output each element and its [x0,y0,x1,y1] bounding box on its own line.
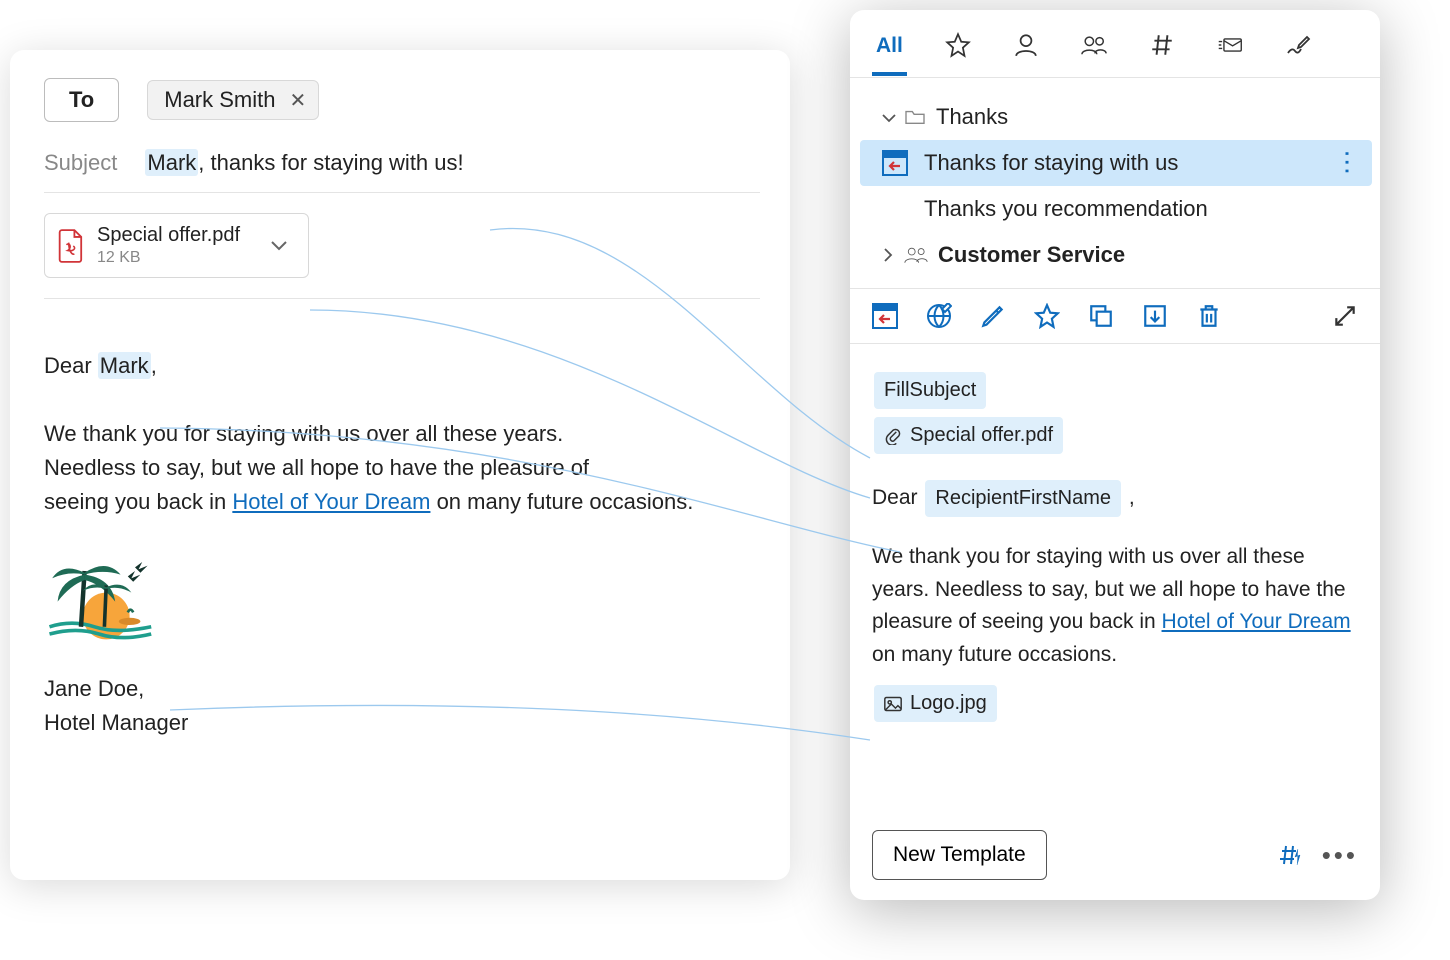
attachment-name: Special offer.pdf [97,224,240,247]
shortcut-icon[interactable] [1278,843,1306,867]
team-icon [1081,32,1107,58]
template-item-more-icon[interactable]: ⋯ [1343,149,1353,177]
to-button[interactable]: To [44,78,119,122]
pdf-icon [57,229,85,263]
template-item-selected[interactable]: Thanks for staying with us ⋯ [860,140,1372,186]
logo-tag[interactable]: Logo.jpg [874,685,997,722]
panel-footer: New Template ••• [850,816,1380,900]
body-line-1: We thank you for staying with us over al… [44,417,760,451]
tab-team[interactable] [1077,24,1111,77]
tab-person[interactable] [1009,24,1043,77]
template-tree: Thanks Thanks for staying with us ⋯ Than… [850,78,1380,289]
preview-greeting: Dear RecipientFirstName , [872,476,1358,521]
person-icon [1013,32,1039,58]
greeting-line: Dear Mark, [44,349,760,383]
hotel-link[interactable]: Hotel of Your Dream [232,489,430,514]
folder-label: Thanks [936,104,1008,130]
tab-all[interactable]: All [872,26,907,76]
signature-title: Hotel Manager [44,706,760,740]
chevron-down-icon [882,104,898,130]
body-line-2: Needless to say, but we all hope to have… [44,451,760,485]
edit-sign-icon [1285,32,1311,58]
copy-icon[interactable] [1088,303,1114,329]
folder-customer-service[interactable]: Customer Service [860,232,1372,278]
template-item-label: Thanks you recommendation [924,196,1208,222]
remove-recipient-icon[interactable]: ✕ [290,88,307,113]
attachment-tag[interactable]: Special offer.pdf [874,417,1063,454]
recipient-name: Mark Smith [164,87,275,113]
new-template-button[interactable]: New Template [872,830,1047,880]
tab-favorites[interactable] [941,24,975,77]
signature-logo [44,553,760,653]
body-line-3: seeing you back in Hotel of Your Dream o… [44,485,760,519]
image-icon [884,695,902,713]
attachment-info: Special offer.pdf 12 KB [97,224,240,267]
to-row: To Mark Smith ✕ [44,78,760,122]
compose-pane: To Mark Smith ✕ Subject Mark, thanks for… [10,50,790,880]
trash-icon[interactable] [1196,303,1222,329]
edit-html-icon[interactable] [926,303,952,329]
subject-text: Mark, thanks for staying with us! [145,150,463,176]
chevron-right-icon [882,242,898,268]
send-mail-icon [1217,32,1243,58]
greeting-highlight: Mark [98,352,151,379]
subject-row[interactable]: Subject Mark, thanks for staying with us… [44,144,760,193]
subject-highlight: Mark [145,149,198,176]
templates-panel: All Thanks [850,10,1380,900]
import-icon[interactable] [1142,303,1168,329]
shared-folder-icon [904,245,928,265]
panel-tabs: All [850,10,1380,78]
attachment-dropdown-icon[interactable] [270,240,288,252]
subject-label: Subject [44,150,117,176]
folder-icon [904,108,926,126]
attachment-size: 12 KB [97,249,240,267]
attachment-row: Special offer.pdf 12 KB [44,193,760,299]
paperclip-icon [884,427,902,445]
folder-thanks[interactable]: Thanks [860,94,1372,140]
folder-label: Customer Service [938,242,1125,268]
template-preview: FillSubject Special offer.pdf Dear Recip… [850,344,1380,816]
template-item[interactable]: Thanks you recommendation [860,186,1372,232]
attachment-card[interactable]: Special offer.pdf 12 KB [44,213,309,278]
template-toolbar [850,289,1380,344]
tab-send[interactable] [1213,24,1247,77]
preview-body: We thank you for staying with us over al… [872,541,1358,671]
fill-subject-tag[interactable]: FillSubject [874,372,986,409]
tab-hash[interactable] [1145,24,1179,77]
preview-hotel-link[interactable]: Hotel of Your Dream [1162,610,1351,633]
star-icon [945,32,971,58]
favorite-icon[interactable] [1034,303,1060,329]
template-item-label: Thanks for staying with us [924,150,1178,176]
template-insert-icon [882,150,908,176]
expand-icon[interactable] [1332,303,1358,329]
signature-block: Jane Doe, Hotel Manager [44,672,760,740]
recipient-chip[interactable]: Mark Smith ✕ [147,80,319,120]
signature-name: Jane Doe, [44,672,760,706]
pencil-icon[interactable] [980,303,1006,329]
insert-icon[interactable] [872,303,898,329]
recipient-first-name-tag[interactable]: RecipientFirstName [925,480,1121,517]
hash-icon [1149,32,1175,58]
more-menu-icon[interactable]: ••• [1322,840,1358,871]
tab-edit[interactable] [1281,24,1315,77]
message-body[interactable]: Dear Mark, We thank you for staying with… [44,299,760,740]
